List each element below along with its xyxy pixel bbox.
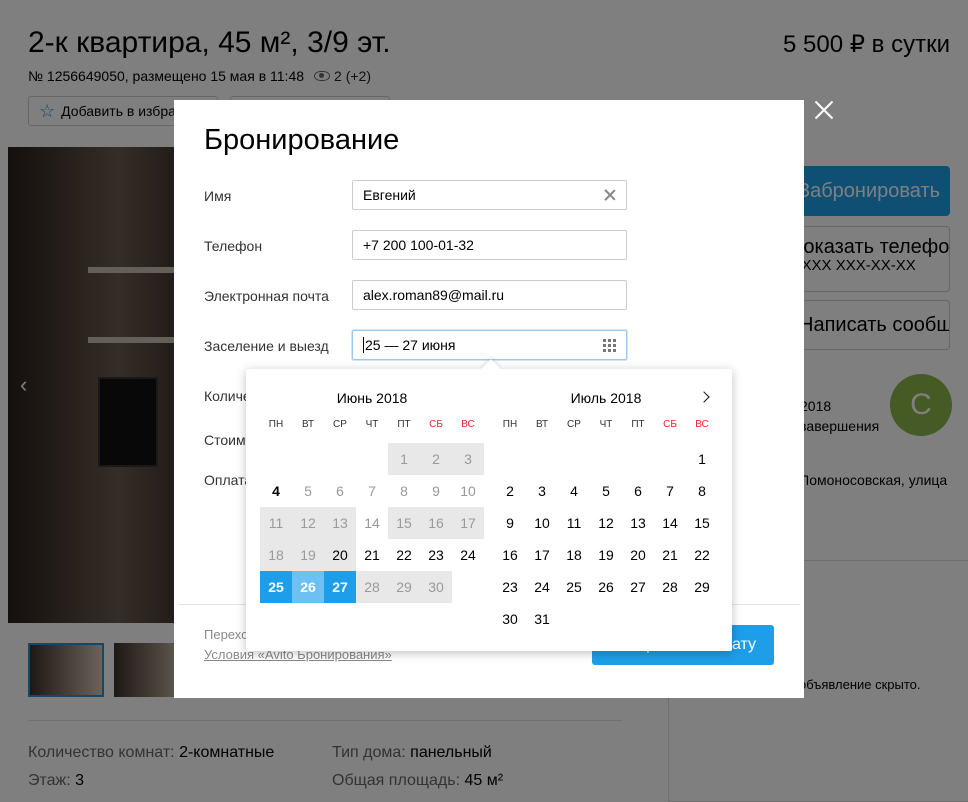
name-field[interactable]: Евгений [352, 180, 627, 210]
calendar-day[interactable]: 24 [526, 571, 558, 603]
calendar-day[interactable]: 29 [388, 571, 420, 603]
calendar-day[interactable]: 14 [356, 507, 388, 539]
calendar-day[interactable]: 12 [292, 507, 324, 539]
calendar-day[interactable]: 29 [686, 571, 718, 603]
weekday-header: ВТ [535, 419, 549, 430]
weekday-header: ПТ [631, 419, 645, 430]
calendar-day[interactable]: 8 [388, 475, 420, 507]
dates-field[interactable]: 25 — 27 июня [352, 330, 627, 360]
calendar-day[interactable]: 7 [356, 475, 388, 507]
clear-icon[interactable] [604, 189, 616, 201]
calendar-day[interactable]: 6 [324, 475, 356, 507]
calendar-day[interactable]: 1 [388, 443, 420, 475]
calendar-day[interactable]: 5 [292, 475, 324, 507]
calendar-day[interactable]: 17 [452, 507, 484, 539]
weekday-header: ЧТ [599, 419, 613, 430]
modal-title: Бронирование [204, 124, 400, 156]
calendar-day[interactable]: 3 [452, 443, 484, 475]
calendar-day[interactable]: 2 [494, 475, 526, 507]
name-label: Имя [204, 188, 232, 204]
calendar-day[interactable]: 9 [420, 475, 452, 507]
calendar-day[interactable]: 20 [324, 539, 356, 571]
calendar-day[interactable]: 20 [622, 539, 654, 571]
calendar-day[interactable]: 26 [292, 571, 324, 603]
calendar-day[interactable]: 3 [526, 475, 558, 507]
calendar-day[interactable]: 10 [526, 507, 558, 539]
calendar-day[interactable]: 10 [452, 475, 484, 507]
calendar-day[interactable]: 31 [526, 603, 558, 635]
phone-value: +7 200 100-01-32 [363, 237, 474, 253]
weekday-header: ПТ [397, 419, 411, 430]
calendar-day[interactable]: 8 [686, 475, 718, 507]
date-picker: Июнь 2018 ПН ВТ СР ЧТ ПТ СБ ВС 1 2 3 4 5 6 7 8 9 10 11 12 1… [246, 369, 732, 651]
payment-label: Оплата [204, 472, 253, 488]
email-value: alex.roman89@mail.ru [363, 287, 505, 303]
calendar-grid-icon[interactable] [603, 339, 616, 352]
month-title: Июнь 2018 [336, 390, 408, 406]
close-icon[interactable] [810, 96, 838, 124]
calendar-day[interactable]: 28 [654, 571, 686, 603]
calendar-day[interactable]: 23 [494, 571, 526, 603]
calendar-day[interactable]: 6 [622, 475, 654, 507]
calendar-day[interactable]: 27 [622, 571, 654, 603]
calendar-day[interactable]: 30 [494, 603, 526, 635]
calendar-day[interactable]: 14 [654, 507, 686, 539]
calendar-day[interactable]: 13 [324, 507, 356, 539]
weekday-header: СБ [429, 419, 443, 430]
calendar-day[interactable]: 7 [654, 475, 686, 507]
name-value: Евгений [363, 187, 416, 203]
calendar-day[interactable]: 15 [388, 507, 420, 539]
calendar-day[interactable]: 11 [260, 507, 292, 539]
calendar-day[interactable]: 18 [558, 539, 590, 571]
weekday-header: ВС [695, 419, 709, 430]
weekday-header: ВТ [301, 419, 315, 430]
weekday-header: СР [333, 419, 347, 430]
calendar-day[interactable]: 16 [420, 507, 452, 539]
calendar-day[interactable]: 9 [494, 507, 526, 539]
calendar-day[interactable]: 28 [356, 571, 388, 603]
calendar-day[interactable]: 27 [324, 571, 356, 603]
text-caret [363, 337, 364, 353]
phone-label: Телефон [204, 238, 263, 254]
calendar-day[interactable]: 12 [590, 507, 622, 539]
calendar-day[interactable]: 2 [420, 443, 452, 475]
phone-field[interactable]: +7 200 100-01-32 [352, 230, 627, 260]
calendar-day[interactable]: 22 [686, 539, 718, 571]
dates-value: 25 — 27 июня [365, 337, 456, 353]
calendar-day[interactable]: 17 [526, 539, 558, 571]
calendar-day[interactable]: 21 [654, 539, 686, 571]
email-label: Электронная почта [204, 288, 329, 304]
email-field[interactable]: alex.roman89@mail.ru [352, 280, 627, 310]
calendar-day[interactable]: 25 [260, 571, 292, 603]
calendar-day[interactable]: 21 [356, 539, 388, 571]
calendar-day[interactable]: 15 [686, 507, 718, 539]
calendar-day[interactable]: 4 [558, 475, 590, 507]
month-title: Июль 2018 [570, 390, 642, 406]
calendar-day[interactable]: 11 [558, 507, 590, 539]
weekday-header: ПН [268, 419, 284, 430]
calendar-day[interactable]: 4 [260, 475, 292, 507]
calendar-day[interactable]: 18 [260, 539, 292, 571]
calendar-day[interactable]: 23 [420, 539, 452, 571]
weekday-header: ВС [461, 419, 475, 430]
calendar-day[interactable]: 24 [452, 539, 484, 571]
calendar-day[interactable]: 19 [292, 539, 324, 571]
calendar-day[interactable]: 5 [590, 475, 622, 507]
calendar-day[interactable]: 22 [388, 539, 420, 571]
dates-label: Заселение и выезд [204, 338, 329, 354]
chevron-right-icon[interactable] [698, 391, 712, 405]
calendar-day[interactable]: 13 [622, 507, 654, 539]
calendar-day[interactable]: 25 [558, 571, 590, 603]
calendar-day[interactable]: 26 [590, 571, 622, 603]
weekday-header: СР [567, 419, 581, 430]
calendar-day[interactable]: 16 [494, 539, 526, 571]
calendar-day[interactable]: 30 [420, 571, 452, 603]
calendar-day[interactable]: 1 [686, 443, 718, 475]
weekday-header: ЧТ [365, 419, 379, 430]
calendar-day[interactable]: 19 [590, 539, 622, 571]
weekday-header: ПН [502, 419, 518, 430]
weekday-header: СБ [663, 419, 677, 430]
